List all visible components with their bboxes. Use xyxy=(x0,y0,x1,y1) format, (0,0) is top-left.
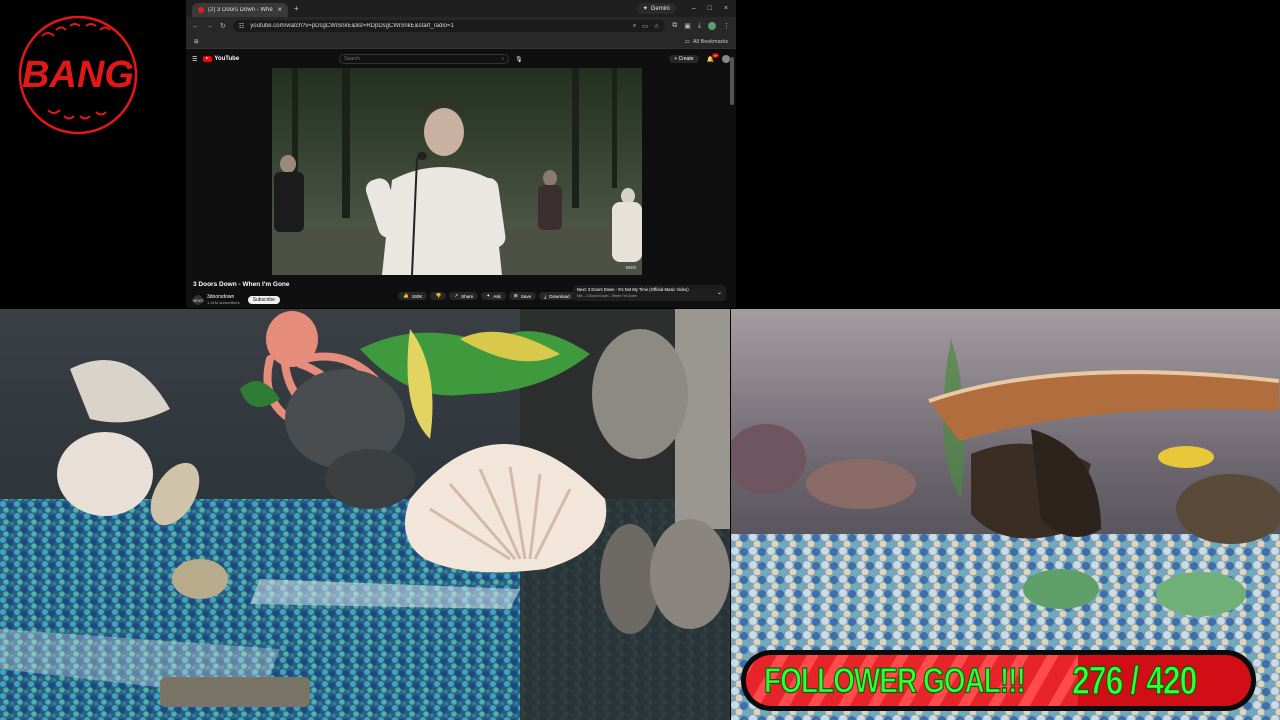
stream-layout: BANG (2) 3 Doors Down - When I'm Gone × … xyxy=(0,0,1280,720)
minimize-button[interactable]: – xyxy=(692,5,696,12)
video-frame xyxy=(272,68,642,275)
save-label: Save xyxy=(520,293,532,299)
aquarium-left-scene xyxy=(0,309,730,720)
forward-icon[interactable]: → xyxy=(206,23,213,30)
youtube-page: ☰ YouTube Search ⌕ 🎙 + Create 🔔 9+ vevo … xyxy=(186,49,736,308)
video-actions: 👍190K 👎 ↗Share ✦Ask ⊞Save ⤓Download ⋯ xyxy=(398,292,593,300)
new-tab-button[interactable]: + xyxy=(294,4,299,13)
apps-grid-icon[interactable]: ⊞ xyxy=(194,39,199,45)
reload-icon[interactable]: ↻ xyxy=(220,22,226,30)
tab-title: (2) 3 Doors Down - When I'm Gone xyxy=(208,7,273,13)
url-text: youtube.com/watch?v=pDsgCWiSnkE&list=RDp… xyxy=(250,23,454,29)
user-avatar[interactable] xyxy=(722,55,730,63)
logo-text: BANG xyxy=(22,54,134,96)
download-label: Download xyxy=(549,293,570,299)
vevo-watermark: vevo xyxy=(625,265,636,271)
create-button[interactable]: + Create xyxy=(669,55,699,63)
up-next-subtitle: Mix - 3 Doors Down - When I'm Gone xyxy=(577,294,637,298)
up-next-title: Next: 3 Doors Down - It's Not My Time (O… xyxy=(577,287,689,292)
gemini-label: Gemini xyxy=(650,5,670,12)
site-info-icon[interactable]: ☷ xyxy=(239,23,244,30)
follower-goal-count: 276 / 420 xyxy=(1071,657,1197,703)
chevron-down-icon[interactable]: ⌄ xyxy=(717,289,722,296)
notification-count: 9+ xyxy=(712,52,719,58)
like-button[interactable]: 👍 190K xyxy=(398,292,428,300)
youtube-header-actions: + Create 🔔 9+ xyxy=(669,52,730,63)
tab-youtube[interactable]: (2) 3 Doors Down - When I'm Gone × xyxy=(192,3,288,17)
page-scrollbar[interactable] xyxy=(730,57,734,105)
bang-logo: BANG xyxy=(12,14,144,136)
toolbar: ← → ↻ ☷ youtube.com/watch?v=pDsgCWiSnkE&… xyxy=(186,17,736,35)
profile-avatar[interactable] xyxy=(708,22,716,30)
up-next-card[interactable]: Next: 3 Doors Down - It's Not My Time (O… xyxy=(573,285,726,301)
bookmarks-bar: ⊞ ▭ All Bookmarks xyxy=(186,35,736,49)
share-label: Share xyxy=(461,293,474,299)
zoom-icon[interactable]: ⌕ xyxy=(633,23,636,30)
channel-avatar[interactable]: VEVO xyxy=(192,295,204,305)
youtube-logo-text: YouTube xyxy=(214,56,240,62)
ask-button[interactable]: ✦ Ask xyxy=(481,292,506,300)
search-input[interactable]: Search ⌕ xyxy=(339,54,510,64)
download-button[interactable]: ⤓ Download xyxy=(539,292,575,300)
video-metadata: 3 Doors Down - When I'm Gone VEVO 3doors… xyxy=(192,281,728,306)
download-tray-icon[interactable]: ⤓ xyxy=(698,22,701,30)
follower-goal-widget: FOLLOWER GOAL!!! 276 / 420 xyxy=(741,650,1256,711)
gemini-button[interactable]: ✦ Gemini xyxy=(636,3,676,14)
address-bar[interactable]: ☷ youtube.com/watch?v=pDsgCWiSnkE&list=R… xyxy=(232,20,666,32)
subscribe-button[interactable]: Subscribe xyxy=(247,296,280,304)
bookmark-star-icon[interactable]: ☆ xyxy=(654,23,659,30)
menu-kebab-icon[interactable]: ⋮ xyxy=(723,22,730,30)
subscriber-count: 1.41M subscribers xyxy=(207,300,240,305)
follower-goal-bar: FOLLOWER GOAL!!! 276 / 420 xyxy=(746,655,1251,706)
maximize-button[interactable]: □ xyxy=(708,5,712,12)
channel-info: 3doorsdown 1.41M subscribers xyxy=(207,294,240,306)
save-button[interactable]: ⊞ Save xyxy=(508,292,537,300)
dislike-icon: 👎 xyxy=(435,293,442,298)
sparkle-icon: ✦ xyxy=(642,6,648,12)
youtube-play-icon xyxy=(203,56,213,62)
notifications-bell-icon[interactable]: 🔔 9+ xyxy=(707,52,719,63)
share-icon: ↗ xyxy=(454,293,459,298)
all-bookmarks-label: All Bookmarks xyxy=(692,38,728,45)
follower-goal-label: FOLLOWER GOAL!!! xyxy=(764,660,1027,700)
hamburger-menu-icon[interactable]: ☰ xyxy=(192,56,197,63)
sidepanel-icon[interactable]: ▣ xyxy=(684,22,691,30)
youtube-logo[interactable]: YouTube xyxy=(203,56,239,62)
download-icon: ⤓ xyxy=(544,293,547,299)
search-placeholder: Search xyxy=(344,56,361,62)
microphone-icon[interactable]: 🎙 xyxy=(515,56,523,63)
extensions-icon[interactable]: ⧉ xyxy=(672,22,677,30)
cast-icon[interactable]: ▭ xyxy=(642,23,648,30)
like-icon: 👍 xyxy=(403,293,409,298)
browser-window: (2) 3 Doors Down - When I'm Gone × + ✦ G… xyxy=(186,0,736,308)
aquarium-camera-left xyxy=(0,309,730,720)
search-icon[interactable]: ⌕ xyxy=(501,56,504,62)
like-count: 190K xyxy=(411,293,423,299)
save-icon: ⊞ xyxy=(513,293,518,298)
folder-icon: ▭ xyxy=(684,38,690,45)
window-controls: – □ × xyxy=(682,5,736,12)
ask-label: Ask xyxy=(493,293,501,299)
youtube-favicon-icon xyxy=(198,7,204,13)
back-icon[interactable]: ← xyxy=(192,23,199,30)
video-player[interactable]: vevo xyxy=(272,68,642,275)
tab-close-icon[interactable]: × xyxy=(277,6,282,14)
share-button[interactable]: ↗ Share xyxy=(449,292,479,300)
dislike-button[interactable]: 👎 xyxy=(430,292,447,300)
all-bookmarks-button[interactable]: ▭ All Bookmarks xyxy=(685,39,728,45)
close-window-button[interactable]: × xyxy=(724,5,728,12)
youtube-header: ☰ YouTube Search ⌕ 🎙 + Create 🔔 9+ xyxy=(186,49,736,69)
tab-strip: (2) 3 Doors Down - When I'm Gone × + ✦ G… xyxy=(186,0,736,17)
ask-icon: ✦ xyxy=(486,293,491,298)
